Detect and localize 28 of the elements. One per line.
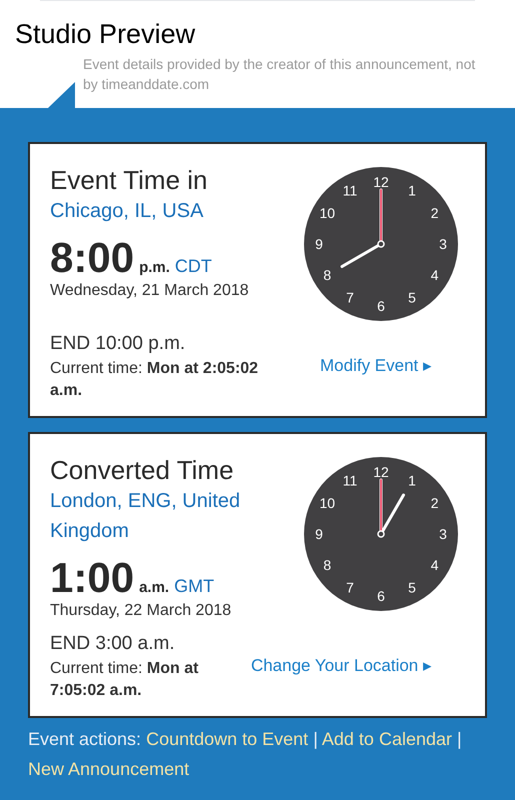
actions-label: Event actions: bbox=[28, 729, 142, 749]
action-link[interactable]: Countdown to Event bbox=[146, 729, 308, 749]
meridiem-text: a.m. bbox=[139, 578, 170, 598]
current-time-text: Current time: Mon at 2:05:02 a.m. bbox=[50, 359, 260, 401]
event-time: 8:00 bbox=[50, 236, 134, 280]
date-text: Wednesday, 21 March 2018 bbox=[50, 281, 250, 301]
separator-text: | bbox=[313, 729, 318, 749]
action-link[interactable]: New Announcement bbox=[28, 759, 190, 779]
action-link[interactable]: Add to Calendar bbox=[322, 729, 452, 749]
location-text: Chicago, IL, USA bbox=[50, 199, 204, 224]
end-time-text: END 3:00 a.m. bbox=[50, 632, 176, 656]
event-time: 1:00 bbox=[50, 556, 134, 600]
page-title: Studio Preview bbox=[15, 18, 196, 51]
card-heading: Event Time in bbox=[50, 164, 209, 196]
timezone-text: GMT bbox=[174, 575, 214, 598]
date-text: Thursday, 22 March 2018 bbox=[50, 601, 232, 621]
card-heading: Converted Time bbox=[50, 454, 235, 486]
clock-drawing: 12 1 2 3 4 5 6 7 8 9 10 11 bbox=[303, 166, 459, 322]
separator-text: | bbox=[457, 729, 462, 749]
change-location-link[interactable]: Change Your Location ▸ bbox=[250, 652, 432, 678]
location-text: London, ENG, United Kingdom bbox=[50, 489, 242, 544]
disclaimer-text: Event details provided by the creator of this announcement, not by timeanddate.com bbox=[83, 55, 476, 94]
modify-link[interactable]: Modify Event ▸ bbox=[320, 352, 432, 378]
clock-drawing: 12 1 2 3 4 5 6 7 8 9 10 11 bbox=[303, 456, 459, 612]
current-time-text: Current time: Mon at 7:05:02 a.m. bbox=[50, 659, 200, 701]
timezone-text: CDT bbox=[174, 255, 212, 278]
end-time-text: END 10:00 p.m. bbox=[50, 332, 186, 356]
meridiem-text: p.m. bbox=[139, 258, 170, 278]
